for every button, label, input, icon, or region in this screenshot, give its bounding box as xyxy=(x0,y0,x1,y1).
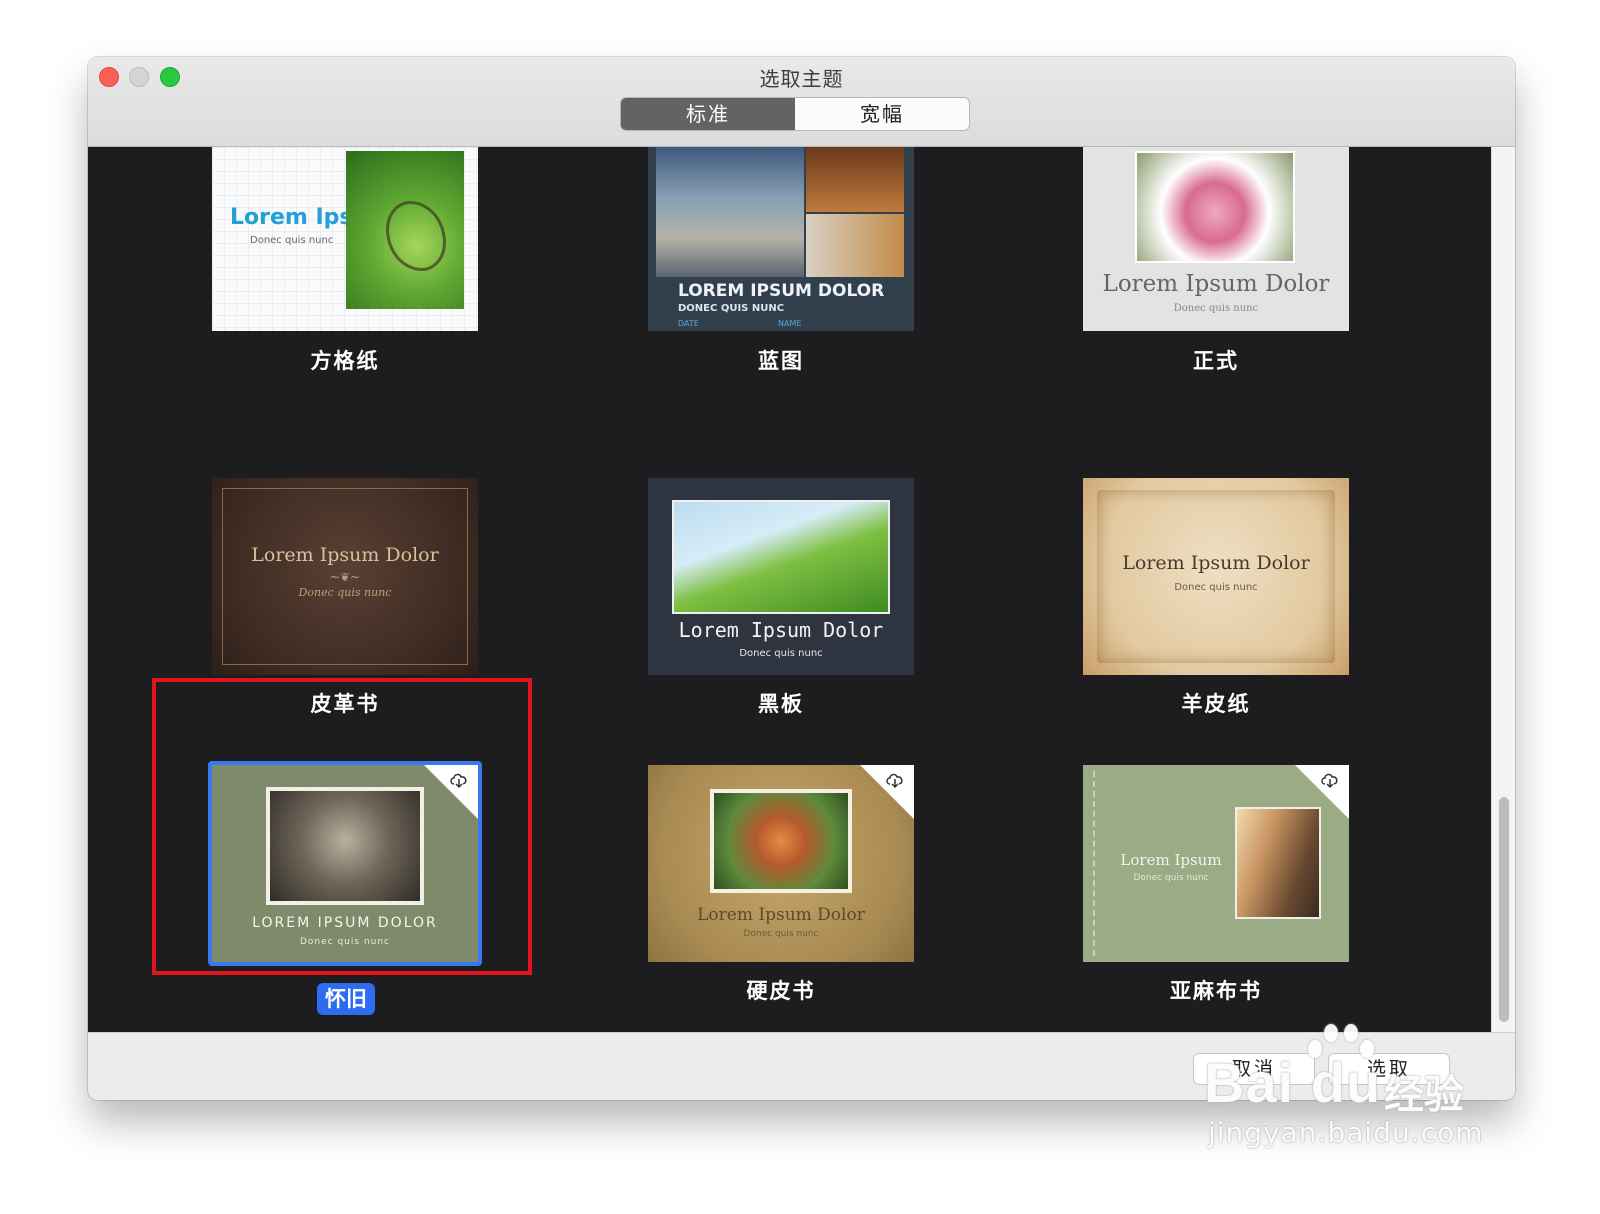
watermark-url: jingyan.baidu.com xyxy=(1208,1116,1484,1149)
cloud-download-icon[interactable] xyxy=(1319,771,1341,793)
theme-label: 硬皮书 xyxy=(746,979,816,1003)
theme-tile-leather-book[interactable]: Lorem Ipsum Dolor ~❦~ Donec quis nunc 皮革… xyxy=(212,478,478,716)
segment-wide[interactable]: 宽幅 xyxy=(795,98,969,130)
theme-thumbnail[interactable]: Lorem Ipsum Donec quis nunc xyxy=(212,147,478,331)
caterpillar-photo xyxy=(672,500,890,614)
theme-tile-linen-book[interactable]: Lorem Ipsum Donec quis nunc 亚麻布书 xyxy=(1083,765,1349,1003)
preview-subtitle: Donec quis nunc xyxy=(298,586,392,599)
theme-thumbnail[interactable]: Lorem Ipsum Dolor Donec quis nunc xyxy=(648,478,914,675)
theme-label-selected: 怀旧 xyxy=(317,983,375,1015)
theme-label: 羊皮纸 xyxy=(1181,692,1251,716)
preview-title: Lorem Ipsum Dolor xyxy=(678,618,884,642)
preview-title: Lorem Ipsum Dolor xyxy=(1102,271,1330,297)
theme-thumbnail[interactable]: Lorem Ipsum Donec quis nunc xyxy=(1083,765,1349,962)
theme-thumbnail[interactable]: Lorem Ipsum Dolor ~❦~ Donec quis nunc xyxy=(212,478,478,675)
theme-label: 亚麻布书 xyxy=(1170,979,1262,1003)
girl-photo xyxy=(710,789,852,893)
theme-tile-blueprint[interactable]: LOREM IPSUM DOLOR DONEC QUIS NUNC DATE N… xyxy=(648,147,914,373)
theme-tile-formal[interactable]: Lorem Ipsum Dolor Donec quis nunc 正式 xyxy=(1083,147,1349,373)
preview-subtitle: Donec quis nunc xyxy=(1133,873,1209,883)
preview-subtitle: Donec quis nunc xyxy=(739,648,823,659)
theme-label: 黑板 xyxy=(758,692,804,716)
window-title: 选取主题 xyxy=(759,67,844,91)
preview-title: Lorem Ipsum xyxy=(1120,851,1222,869)
theme-tile-grid-paper[interactable]: Lorem Ipsum Donec quis nunc 方格纸 xyxy=(212,147,478,373)
butterfly-photo xyxy=(346,151,464,309)
theme-thumbnail[interactable]: Lorem Ipsum Dolor Donec quis nunc xyxy=(1083,478,1349,675)
building-photo xyxy=(1235,807,1321,919)
bouquet-photo xyxy=(1135,151,1295,263)
watermark-suffix: 经验 xyxy=(1384,1072,1464,1118)
scrollbar-thumb[interactable] xyxy=(1499,797,1509,1022)
theme-tile-parchment[interactable]: Lorem Ipsum Dolor Donec quis nunc 羊皮纸 xyxy=(1083,478,1349,716)
theme-thumbnail[interactable]: Lorem Ipsum Dolor Donec quis nunc xyxy=(648,765,914,962)
aspect-segmented-control: 标准 宽幅 xyxy=(620,97,970,131)
preview-subtitle: DONEC QUIS NUNC xyxy=(678,303,785,314)
interior-photo xyxy=(806,147,904,212)
baidu-watermark: Bai du 经验 jingyan.baidu.com xyxy=(1204,1024,1494,1160)
theme-thumbnail[interactable]: Lorem Ipsum Dolor Donec quis nunc xyxy=(1083,147,1349,331)
preview-subtitle: Donec quis nunc xyxy=(250,235,334,246)
screenshot-page: 选取主题 标准 宽幅 Lorem Ipsum Donec quis nunc 方… xyxy=(0,0,1600,1214)
preview-name: NAME xyxy=(778,319,802,328)
preview-title: Lorem Ipsum Dolor xyxy=(251,544,439,566)
cloud-download-icon[interactable] xyxy=(884,771,906,793)
watermark-logo: Bai du xyxy=(1204,1051,1382,1114)
ornament-icon: ~❦~ xyxy=(329,570,361,584)
theme-label: 蓝图 xyxy=(758,349,804,373)
theme-tile-hardcover[interactable]: Lorem Ipsum Dolor Donec quis nunc 硬皮书 xyxy=(648,765,914,1003)
theme-thumbnail[interactable]: LOREM IPSUM DOLOR DONEC QUIS NUNC DATE N… xyxy=(648,147,914,331)
theme-label: 正式 xyxy=(1193,349,1239,373)
preview-date: DATE xyxy=(678,319,699,328)
preview-title: Lorem Ipsum Dolor xyxy=(697,905,865,925)
theme-tile-chalkboard[interactable]: Lorem Ipsum Dolor Donec quis nunc 黑板 xyxy=(648,478,914,716)
vertical-scrollbar[interactable] xyxy=(1491,147,1515,1032)
interior-photo xyxy=(806,214,904,277)
annotation-highlight-box xyxy=(152,678,532,975)
preview-title: Lorem Ipsum Dolor xyxy=(1122,552,1310,574)
preview-title: LOREM IPSUM DOLOR xyxy=(678,281,885,301)
theme-label: 方格纸 xyxy=(310,349,380,373)
title-bar: 选取主题 标准 宽幅 xyxy=(88,57,1515,147)
house-photo xyxy=(656,147,804,277)
preview-subtitle: Donec quis nunc xyxy=(1174,582,1258,593)
segment-standard[interactable]: 标准 xyxy=(621,98,795,130)
preview-subtitle: Donec quis nunc xyxy=(1173,303,1259,314)
preview-subtitle: Donec quis nunc xyxy=(743,929,819,939)
